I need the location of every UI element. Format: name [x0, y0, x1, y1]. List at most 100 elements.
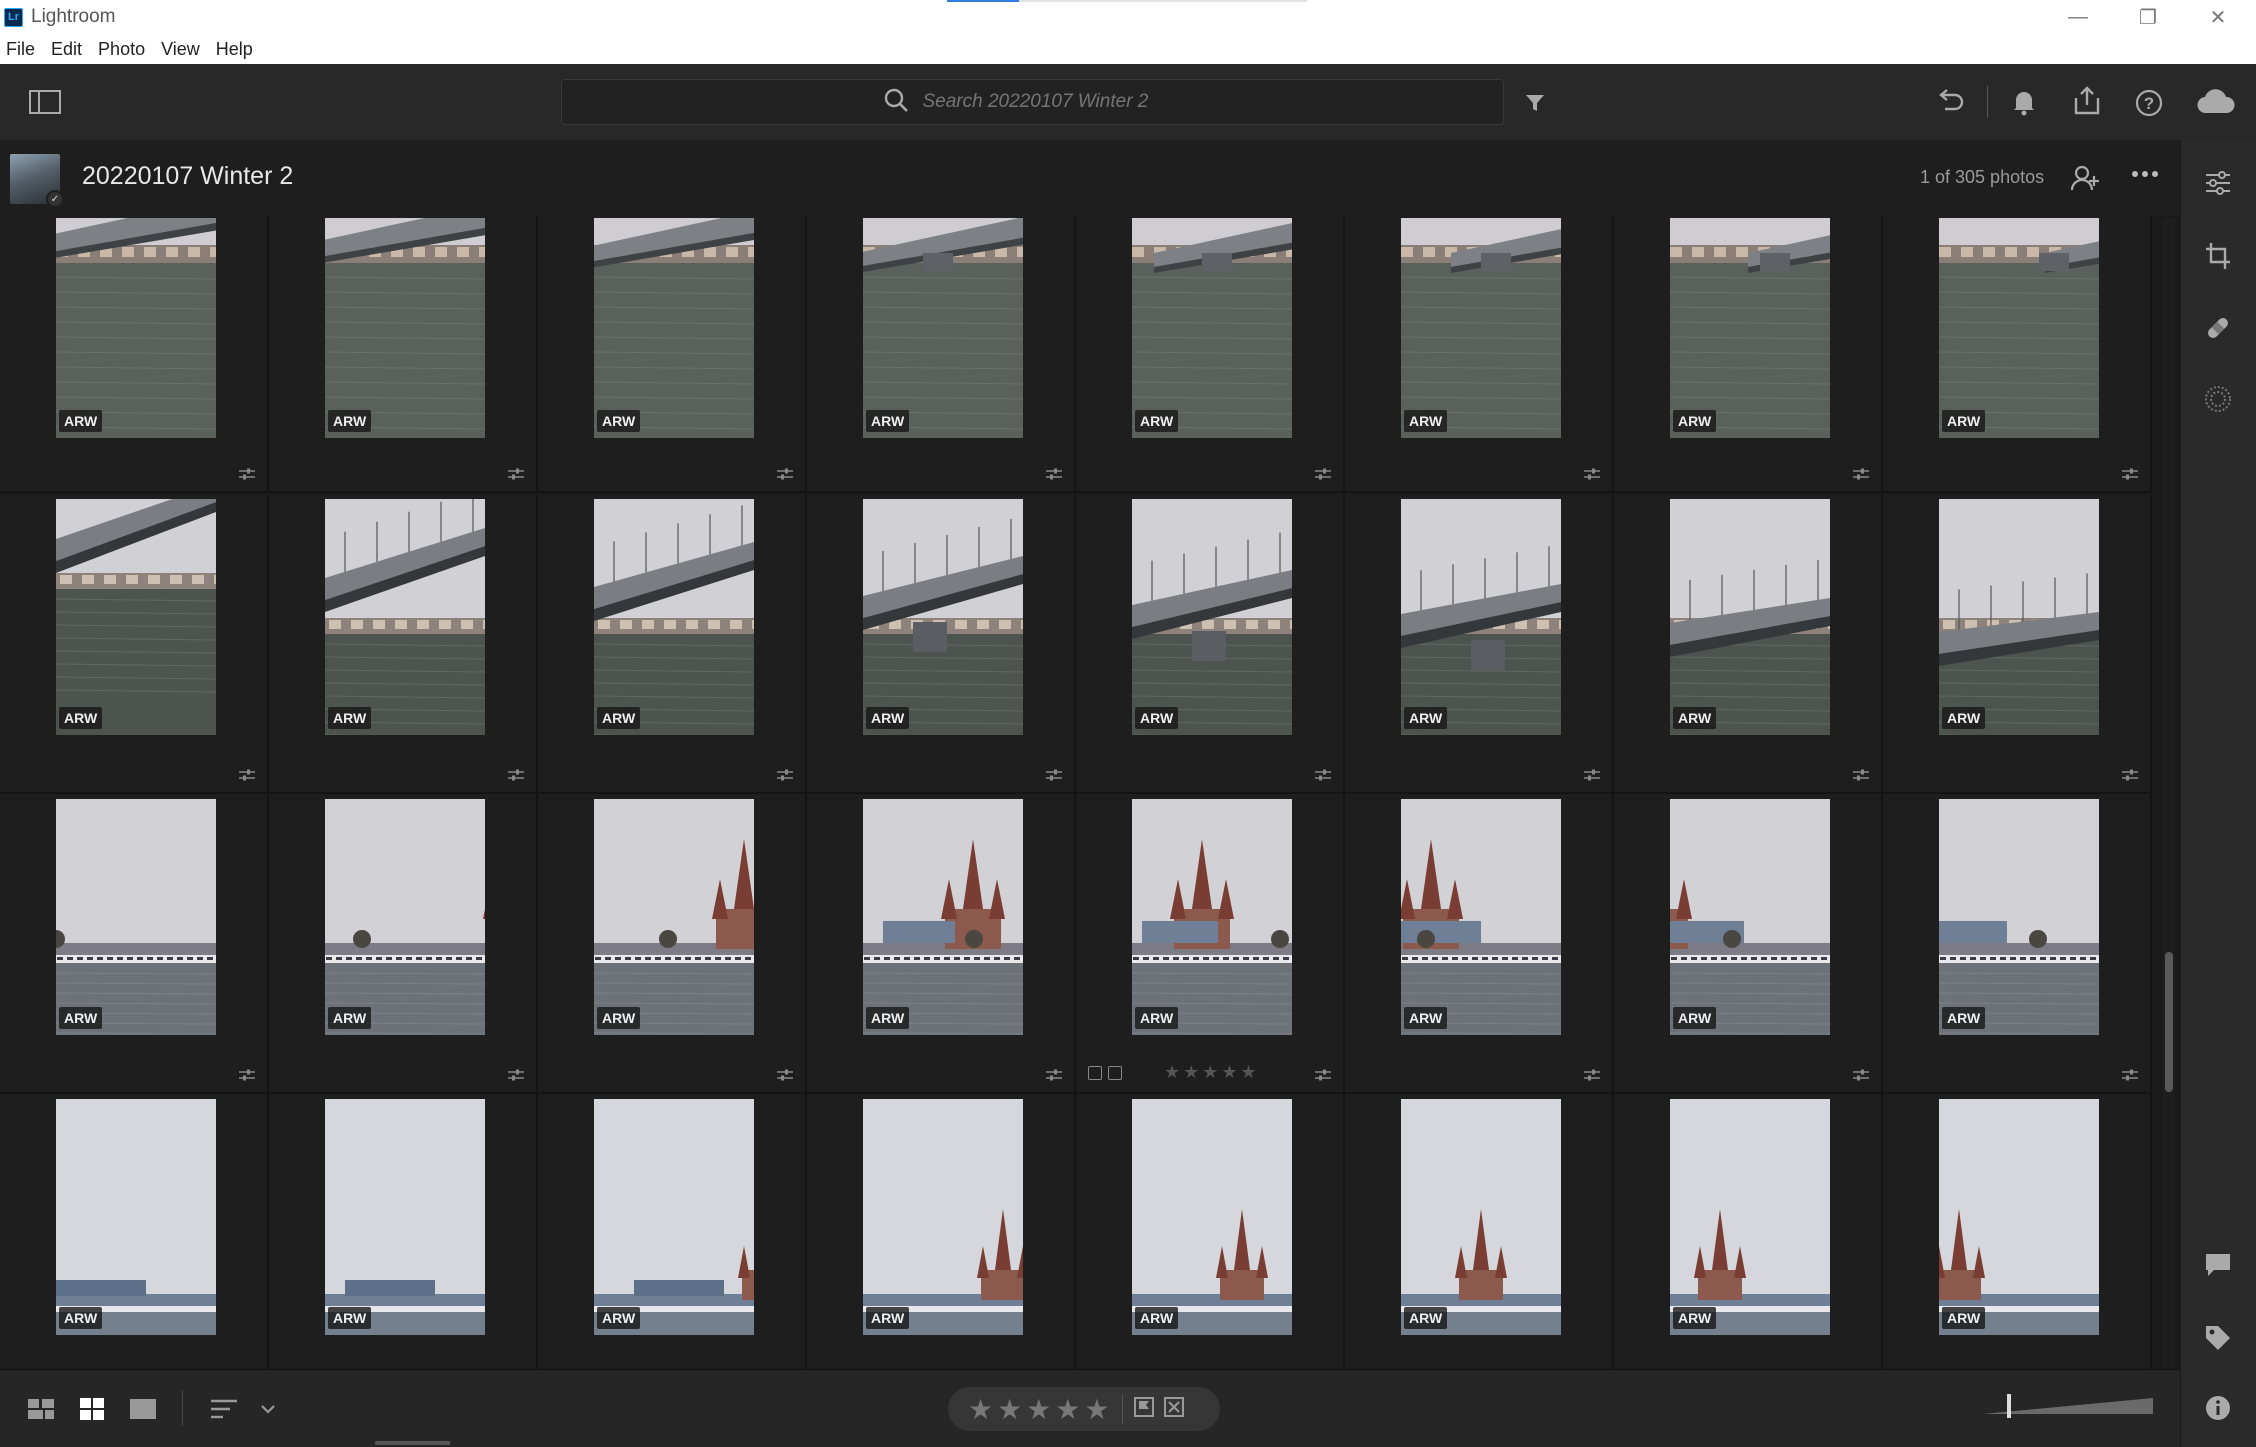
- people-share-icon[interactable]: [2070, 164, 2100, 194]
- photo-thumbnail[interactable]: [1939, 799, 2099, 1035]
- photo-cell[interactable]: ARW: [1883, 794, 2152, 1094]
- photo-thumbnail[interactable]: [594, 1099, 754, 1335]
- square-grid-view-icon[interactable]: [26, 1394, 56, 1424]
- reject-flag-icon[interactable]: [1163, 1396, 1185, 1423]
- star-rating-filter[interactable]: ★★★★★: [968, 1393, 1114, 1426]
- photo-thumbnail[interactable]: [1401, 218, 1561, 438]
- photo-thumbnail[interactable]: [1132, 218, 1292, 438]
- photo-thumbnail[interactable]: [594, 218, 754, 438]
- healing-bandage-icon[interactable]: [2180, 303, 2256, 353]
- photo-thumbnail[interactable]: [325, 499, 485, 735]
- photo-cell[interactable]: ARW: [1883, 1094, 2152, 1369]
- photo-cell[interactable]: ARW: [1076, 495, 1345, 794]
- photo-cell[interactable]: ARW: [1345, 495, 1614, 794]
- pick-flag-icon[interactable]: [1133, 1396, 1155, 1423]
- photo-cell[interactable]: ARW: [1614, 1094, 1883, 1369]
- photo-thumbnail[interactable]: [1670, 499, 1830, 735]
- photo-cell[interactable]: ARW: [269, 1094, 538, 1369]
- crop-icon[interactable]: [2180, 231, 2256, 281]
- photo-cell[interactable]: ARW: [807, 216, 1076, 493]
- search-box[interactable]: [561, 79, 1504, 125]
- photo-cell[interactable]: ARW: [1345, 794, 1614, 1094]
- photo-thumbnail[interactable]: [1132, 1099, 1292, 1335]
- photo-thumbnail[interactable]: [863, 218, 1023, 438]
- photo-cell[interactable]: ARW: [1883, 495, 2152, 794]
- photo-thumbnail[interactable]: [1670, 799, 1830, 1035]
- info-icon[interactable]: [2180, 1383, 2256, 1433]
- scrollbar-thumb[interactable]: [2165, 952, 2173, 1092]
- photo-cell[interactable]: ARW: [1614, 794, 1883, 1094]
- photo-thumbnail[interactable]: [1939, 499, 2099, 735]
- photo-thumbnail[interactable]: [1132, 799, 1292, 1035]
- photo-cell[interactable]: ARW: [269, 794, 538, 1094]
- photo-thumbnail[interactable]: [1132, 499, 1292, 735]
- photo-cell[interactable]: ARW: [1614, 495, 1883, 794]
- photo-cell[interactable]: ARW: [538, 216, 807, 493]
- photo-cell[interactable]: ARW: [269, 495, 538, 794]
- photo-thumbnail[interactable]: [56, 218, 216, 438]
- filter-icon[interactable]: [1520, 88, 1550, 118]
- keyword-tag-icon[interactable]: [2180, 1313, 2256, 1363]
- photo-cell[interactable]: ARW: [1076, 1094, 1345, 1369]
- notifications-bell-icon[interactable]: [2009, 86, 2039, 118]
- search-input[interactable]: [922, 91, 1183, 113]
- photo-thumbnail[interactable]: [863, 499, 1023, 735]
- photo-cell[interactable]: ARW: [1883, 216, 2152, 493]
- photo-thumbnail[interactable]: [1401, 1099, 1561, 1335]
- photo-thumbnail[interactable]: [56, 799, 216, 1035]
- panel-toggle-icon[interactable]: [28, 88, 62, 116]
- photo-thumbnail[interactable]: [56, 499, 216, 735]
- cell-pick-flag-icon[interactable]: [1088, 1066, 1102, 1080]
- cloud-sync-icon[interactable]: [2194, 86, 2238, 118]
- more-options-icon[interactable]: [2130, 166, 2164, 190]
- photo-thumbnail[interactable]: [1670, 218, 1830, 438]
- menu-view[interactable]: View: [161, 39, 200, 60]
- photo-cell[interactable]: ARW ★★★★★: [1076, 794, 1345, 1094]
- photo-cell[interactable]: ARW: [0, 1094, 269, 1369]
- detail-view-icon[interactable]: [128, 1394, 158, 1424]
- photo-thumbnail[interactable]: [1670, 1099, 1830, 1335]
- photo-thumbnail[interactable]: [325, 1099, 485, 1335]
- photo-cell[interactable]: ARW: [1614, 216, 1883, 493]
- undo-icon[interactable]: [1935, 86, 1967, 118]
- photo-cell[interactable]: ARW: [1076, 216, 1345, 493]
- minimize-button[interactable]: —: [2043, 0, 2113, 34]
- photo-thumbnail[interactable]: [325, 799, 485, 1035]
- photo-cell[interactable]: ARW: [538, 495, 807, 794]
- menu-photo[interactable]: Photo: [98, 39, 145, 60]
- sort-chevron-down-icon[interactable]: [256, 1398, 280, 1420]
- photo-cell[interactable]: ARW: [807, 495, 1076, 794]
- menu-help[interactable]: Help: [216, 39, 253, 60]
- photo-thumbnail[interactable]: [1939, 218, 2099, 438]
- photo-cell[interactable]: ARW: [538, 794, 807, 1094]
- photo-thumbnail[interactable]: [594, 499, 754, 735]
- photo-thumbnail[interactable]: [325, 218, 485, 438]
- photo-thumbnail[interactable]: [863, 1099, 1023, 1335]
- album-cover-thumbnail[interactable]: ✓: [10, 154, 64, 208]
- photo-cell[interactable]: ARW: [538, 1094, 807, 1369]
- photo-thumbnail[interactable]: [863, 799, 1023, 1035]
- photo-thumbnail[interactable]: [594, 799, 754, 1035]
- photo-grid-view-icon[interactable]: [77, 1394, 107, 1424]
- photo-cell[interactable]: ARW: [0, 794, 269, 1094]
- cell-reject-flag-icon[interactable]: [1108, 1066, 1122, 1080]
- photo-cell[interactable]: ARW: [1345, 1094, 1614, 1369]
- edit-panel-icon[interactable]: [2180, 158, 2256, 208]
- share-icon[interactable]: [2070, 84, 2104, 118]
- photo-cell[interactable]: ARW: [1345, 216, 1614, 493]
- thumbnail-size-slider[interactable]: [1983, 1392, 2153, 1420]
- grid-scrollbar[interactable]: [2163, 218, 2175, 1368]
- photo-cell[interactable]: ARW: [807, 794, 1076, 1094]
- comments-icon[interactable]: [2180, 1240, 2256, 1290]
- photo-cell[interactable]: ARW: [0, 216, 269, 493]
- menu-edit[interactable]: Edit: [51, 39, 82, 60]
- cell-star-rating[interactable]: ★★★★★: [1164, 1062, 1260, 1083]
- menu-file[interactable]: File: [6, 39, 35, 60]
- photo-cell[interactable]: ARW: [0, 495, 269, 794]
- photo-cell[interactable]: ARW: [269, 216, 538, 493]
- help-icon[interactable]: ?: [2132, 86, 2166, 120]
- restore-button[interactable]: ❐: [2113, 0, 2183, 34]
- cell-flags[interactable]: [1088, 1066, 1122, 1080]
- photo-thumbnail[interactable]: [56, 1099, 216, 1335]
- photo-thumbnail[interactable]: [1401, 799, 1561, 1035]
